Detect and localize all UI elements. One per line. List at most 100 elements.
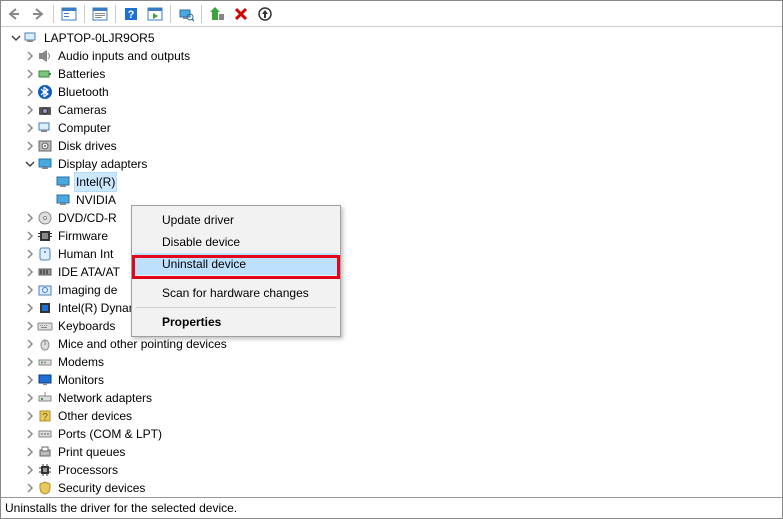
pc-icon [37, 120, 53, 136]
chevron-right-icon[interactable] [23, 211, 37, 225]
chevron-right-icon[interactable] [23, 355, 37, 369]
tree-node-cat-20[interactable]: Print queues [5, 443, 782, 461]
oth-icon: ? [37, 408, 53, 424]
chevron-right-icon[interactable] [23, 121, 37, 135]
menu-item-properties[interactable]: Properties [134, 311, 338, 333]
tree-node-cat-1[interactable]: Batteries [5, 65, 782, 83]
nav-back-icon[interactable] [3, 3, 25, 25]
tree-node-cat-17[interactable]: Network adapters [5, 389, 782, 407]
chevron-right-icon[interactable] [23, 481, 37, 495]
tree-node-cat-11[interactable]: Imaging de [5, 281, 782, 299]
disp-icon [55, 192, 71, 208]
kb-icon [37, 318, 53, 334]
chevron-right-icon[interactable] [23, 283, 37, 297]
toolbar-separator [53, 5, 54, 23]
chevron-right-icon[interactable] [23, 463, 37, 477]
tree-node-cat-22[interactable]: Security devices [5, 479, 782, 497]
disk-icon [37, 138, 53, 154]
tree-node-cat-16[interactable]: Monitors [5, 371, 782, 389]
tree-node-cat-18[interactable]: ?Other devices [5, 407, 782, 425]
tree-label: Cameras [56, 101, 109, 119]
hid-icon [37, 246, 53, 262]
uninstall-device-icon[interactable] [254, 3, 276, 25]
tree-label: Firmware [56, 227, 110, 245]
disable-device-icon[interactable] [230, 3, 252, 25]
chevron-down-icon[interactable] [9, 31, 23, 45]
tree-label: Imaging de [56, 281, 119, 299]
tree-label: Display adapters [56, 155, 149, 173]
chevron-down-icon[interactable] [23, 157, 37, 171]
toolbar: ? [1, 1, 782, 27]
tree-node-cat-3[interactable]: Cameras [5, 101, 782, 119]
show-hide-tree-icon[interactable] [58, 3, 80, 25]
nav-forward-icon[interactable] [27, 3, 49, 25]
dvd-icon [37, 210, 53, 226]
tree-label: Computer [56, 119, 113, 137]
tree-label: Print queues [56, 443, 127, 461]
tree-node-cat-15[interactable]: Modems [5, 353, 782, 371]
chevron-right-icon[interactable] [23, 139, 37, 153]
menu-item-uninstall-device[interactable]: Uninstall device [134, 253, 338, 275]
bat-icon [37, 66, 53, 82]
tree-node-cat-8[interactable]: Firmware [5, 227, 782, 245]
tree-node-dev-6-0[interactable]: Intel(R) [5, 173, 782, 191]
tree-label: Network adapters [56, 389, 154, 407]
device-tree[interactable]: LAPTOP-0LJR9OR5Audio inputs and outputsB… [1, 27, 782, 497]
properties-icon[interactable] [89, 3, 111, 25]
chevron-right-icon[interactable] [23, 265, 37, 279]
scan-hardware-icon[interactable] [175, 3, 197, 25]
chevron-right-icon[interactable] [23, 409, 37, 423]
menu-item-update-driver[interactable]: Update driver [134, 209, 338, 231]
tree-node-cat-0[interactable]: Audio inputs and outputs [5, 47, 782, 65]
menu-item-disable-device[interactable]: Disable device [134, 231, 338, 253]
chevron-right-icon[interactable] [23, 67, 37, 81]
action-icon[interactable] [144, 3, 166, 25]
ide-icon [37, 264, 53, 280]
chevron-right-icon[interactable] [23, 247, 37, 261]
tree-label: Modems [56, 353, 106, 371]
tree-node-cat-5[interactable]: Disk drives [5, 137, 782, 155]
chevron-right-icon[interactable] [23, 229, 37, 243]
tree-label: Keyboards [56, 317, 117, 335]
tree-node-cat-7[interactable]: DVD/CD-R [5, 209, 782, 227]
chevron-right-icon[interactable] [23, 373, 37, 387]
help-icon[interactable]: ? [120, 3, 142, 25]
tree-node-cat-10[interactable]: IDE ATA/AT [5, 263, 782, 281]
chevron-right-icon[interactable] [23, 445, 37, 459]
spk-icon [37, 48, 53, 64]
prn-icon [37, 444, 53, 460]
chevron-right-icon[interactable] [23, 391, 37, 405]
chevron-right-icon[interactable] [23, 319, 37, 333]
tree-node-cat-2[interactable]: Bluetooth [5, 83, 782, 101]
status-bar: Uninstalls the driver for the selected d… [1, 498, 782, 518]
mdm-icon [37, 354, 53, 370]
tree-node-dev-6-1[interactable]: NVIDIA [5, 191, 782, 209]
chevron-right-icon[interactable] [23, 427, 37, 441]
net-icon [37, 390, 53, 406]
cam-icon [37, 102, 53, 118]
context-menu: Update driverDisable deviceUninstall dev… [131, 205, 341, 337]
tree-label: Ports (COM & LPT) [56, 425, 164, 443]
tree-node-cat-14[interactable]: Mice and other pointing devices [5, 335, 782, 353]
chevron-right-icon[interactable] [23, 103, 37, 117]
chevron-right-icon[interactable] [23, 301, 37, 315]
tree-node-cat-4[interactable]: Computer [5, 119, 782, 137]
tree-node-cat-9[interactable]: Human Int [5, 245, 782, 263]
tree-node-cat-12[interactable]: Intel(R) Dynamic Platform and Thermal Fr… [5, 299, 782, 317]
toolbar-separator [115, 5, 116, 23]
tree-label: Disk drives [56, 137, 119, 155]
tree-node-cat-21[interactable]: Processors [5, 461, 782, 479]
disp-icon [37, 156, 53, 172]
tree-node-cat-6[interactable]: Display adapters [5, 155, 782, 173]
tree-label: Bluetooth [56, 83, 111, 101]
tree-label: Audio inputs and outputs [56, 47, 192, 65]
chevron-right-icon[interactable] [23, 337, 37, 351]
toolbar-separator [201, 5, 202, 23]
tree-node-root[interactable]: LAPTOP-0LJR9OR5 [5, 29, 782, 47]
tree-node-cat-13[interactable]: Keyboards [5, 317, 782, 335]
chevron-right-icon[interactable] [23, 49, 37, 63]
update-driver-icon[interactable] [206, 3, 228, 25]
tree-node-cat-19[interactable]: Ports (COM & LPT) [5, 425, 782, 443]
menu-item-scan-for-hardware-changes[interactable]: Scan for hardware changes [134, 282, 338, 304]
chevron-right-icon[interactable] [23, 85, 37, 99]
